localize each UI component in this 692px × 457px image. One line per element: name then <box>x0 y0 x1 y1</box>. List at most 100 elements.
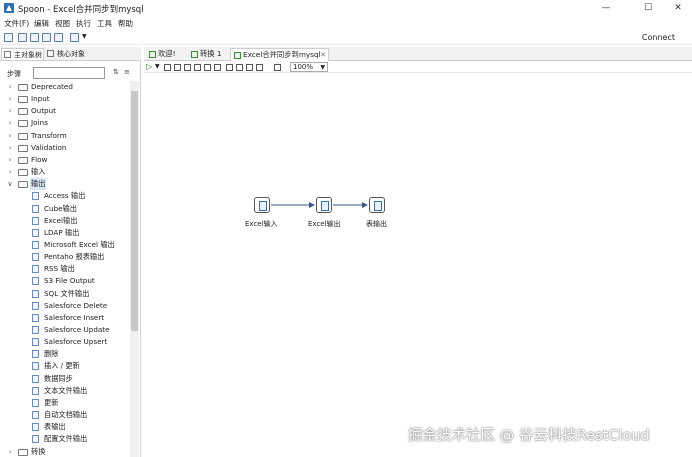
node-excel-output[interactable] <box>316 197 332 213</box>
tree-step[interactable]: Excel输出 <box>0 215 130 227</box>
welcome-icon <box>149 51 156 58</box>
tree-label: 插入 / 更新 <box>44 361 80 371</box>
tree-step[interactable]: 插入 / 更新 <box>0 360 130 372</box>
menu-view[interactable]: 视图 <box>55 18 70 29</box>
tree-step[interactable]: Microsoft Excel 输出 <box>0 239 130 251</box>
tree-step[interactable]: 配置文件输出 <box>0 433 130 445</box>
chevron-right-icon[interactable]: › <box>6 105 14 117</box>
tree-step[interactable]: 删除 <box>0 348 130 360</box>
layers-icon[interactable] <box>70 33 79 42</box>
chevron-down-icon[interactable]: ∨ <box>6 178 14 190</box>
menu-run[interactable]: 执行 <box>76 18 91 29</box>
chevron-right-icon[interactable]: › <box>6 93 14 105</box>
left-vertical-scrollbar[interactable] <box>130 81 139 457</box>
expand-all-icon[interactable]: ⇅ <box>113 68 122 77</box>
zoom-select[interactable]: 100% ▼ <box>290 62 328 72</box>
tree-step[interactable]: SQL 文件输出 <box>0 288 130 300</box>
tab-main-object-tree[interactable]: 主对象树 <box>1 48 44 60</box>
tree-icon <box>4 51 11 58</box>
tree-folder[interactable]: › Deprecated <box>0 81 130 93</box>
explore-repository-icon[interactable] <box>30 33 39 42</box>
verify-icon[interactable] <box>214 64 221 71</box>
node-excel-input[interactable] <box>254 197 270 213</box>
steps-search-input[interactable] <box>33 67 105 79</box>
tab-core-objects[interactable]: 核心对象 <box>45 48 93 60</box>
scrollbar-thumb[interactable] <box>131 91 138 331</box>
minimize-button[interactable]: — <box>590 0 622 16</box>
folder-icon <box>18 132 28 140</box>
debug-icon[interactable] <box>194 64 201 71</box>
node-table-output[interactable] <box>369 197 385 213</box>
save-as-icon[interactable] <box>54 33 63 42</box>
tree-step[interactable]: Salesforce Update <box>0 324 130 336</box>
show-results-icon[interactable] <box>256 64 263 71</box>
tree-label: Salesforce Update <box>44 325 110 334</box>
menu-tools[interactable]: 工具 <box>97 18 112 29</box>
menu-help[interactable]: 帮助 <box>118 18 133 29</box>
save-icon[interactable] <box>42 33 51 42</box>
tab-excel-merge-sync[interactable]: Excel合并同步到mysql ✕ <box>230 48 329 61</box>
menu-edit[interactable]: 编辑 <box>34 18 49 29</box>
layers-dropdown-icon[interactable]: ▼ <box>82 33 87 40</box>
maximize-button[interactable]: ☐ <box>632 0 664 16</box>
tree-folder[interactable]: › Output <box>0 105 130 117</box>
step-icon <box>32 362 39 371</box>
open-file-icon[interactable] <box>18 33 27 42</box>
chevron-down-icon: ▼ <box>320 64 325 71</box>
explore-db-icon[interactable] <box>246 64 253 71</box>
tree-step[interactable]: Access 输出 <box>0 190 130 202</box>
replay-icon[interactable] <box>204 64 211 71</box>
chevron-right-icon[interactable]: › <box>6 446 14 457</box>
close-tab-icon[interactable]: ✕ <box>320 49 326 61</box>
tree-step[interactable]: LDAP 输出 <box>0 227 130 239</box>
run-icon[interactable]: ▷ <box>146 62 152 71</box>
tree-folder[interactable]: ∨ 输出 <box>0 178 130 191</box>
tree-step[interactable]: Cube输出 <box>0 203 130 215</box>
tree-step[interactable]: Salesforce Insert <box>0 312 130 324</box>
tree-step[interactable]: Salesforce Delete <box>0 300 130 312</box>
new-file-icon[interactable] <box>4 33 13 42</box>
stop-icon[interactable] <box>174 64 181 71</box>
tab-welcome[interactable]: 欢迎! <box>146 48 186 61</box>
tree-folder[interactable]: › Flow <box>0 154 130 166</box>
grid-align-icon[interactable] <box>274 64 281 71</box>
folder-icon <box>18 448 28 456</box>
pause-icon[interactable] <box>164 64 171 71</box>
tree-step[interactable]: 文本文件输出 <box>0 385 130 397</box>
impact-icon[interactable] <box>226 64 233 71</box>
zoom-value: 100% <box>293 63 314 71</box>
tree-step[interactable]: 数据同步 <box>0 373 130 385</box>
tree-folder[interactable]: › 转换 <box>0 446 130 457</box>
tree-folder[interactable]: › Input <box>0 93 130 105</box>
chevron-right-icon[interactable]: › <box>6 166 14 178</box>
chevron-right-icon[interactable]: › <box>6 142 14 154</box>
sql-icon[interactable] <box>236 64 243 71</box>
chevron-right-icon[interactable]: › <box>6 154 14 166</box>
tree-folder[interactable]: › Joins <box>0 117 130 129</box>
tree-step[interactable]: RSS 输出 <box>0 263 130 275</box>
run-dropdown-icon[interactable]: ▼ <box>155 63 160 70</box>
tree-step[interactable]: Salesforce Upsert <box>0 336 130 348</box>
tree-step[interactable]: 更新 <box>0 397 130 409</box>
tree-step[interactable]: S3 File Output <box>0 275 130 287</box>
tree-folder[interactable]: › Validation <box>0 142 130 154</box>
collapse-all-icon[interactable]: ≡ <box>124 68 133 77</box>
menu-bar: 文件(F) 编辑 视图 执行 工具 帮助 <box>0 16 692 29</box>
tree-folder[interactable]: › 输入 <box>0 166 130 178</box>
tree-step[interactable]: 自动文档输出 <box>0 409 130 421</box>
tree-folder[interactable]: › Transform <box>0 130 130 142</box>
preview-icon[interactable] <box>184 64 191 71</box>
tree-step[interactable]: Pentaho 报表输出 <box>0 251 130 263</box>
chevron-right-icon[interactable]: › <box>6 130 14 142</box>
step-icon <box>32 350 39 359</box>
transformation-canvas[interactable]: Excel输入 Excel输出 表输出 <box>144 74 692 457</box>
menu-file[interactable]: 文件(F) <box>4 18 29 29</box>
close-button[interactable]: ✕ <box>662 0 692 16</box>
tab-transformation-1[interactable]: 转换 1 <box>188 48 228 61</box>
chevron-right-icon[interactable]: › <box>6 117 14 129</box>
connect-button[interactable]: Connect <box>642 33 675 42</box>
tree-label: Microsoft Excel 输出 <box>44 239 115 249</box>
chevron-right-icon[interactable]: › <box>6 81 14 93</box>
tree-step[interactable]: 表输出 <box>0 421 130 433</box>
tree-label: Output <box>31 106 56 116</box>
